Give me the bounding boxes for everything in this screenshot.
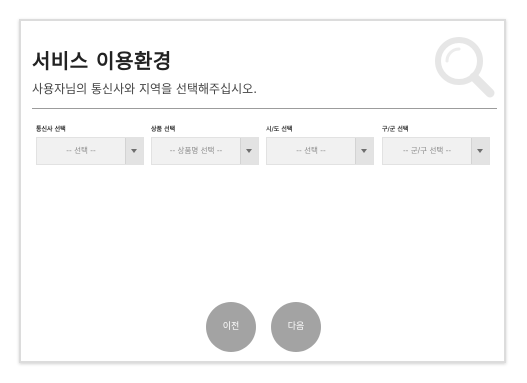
product-field: 상품 선택 -- 상품명 선택 -- bbox=[151, 125, 259, 165]
service-environment-panel: 서비스 이용환경 사용자님의 통신사와 지역을 선택해주십시오. 통신사 선택 … bbox=[19, 19, 506, 363]
chevron-down-icon[interactable] bbox=[125, 138, 143, 164]
chevron-down-icon[interactable] bbox=[471, 138, 489, 164]
chevron-down-icon[interactable] bbox=[355, 138, 373, 164]
district-field: 구/군 선택 -- 군/구 선택 -- bbox=[382, 125, 490, 165]
city-province-field: 시/도 선택 -- 선택 -- bbox=[266, 125, 374, 165]
page-subtitle: 사용자님의 통신사와 지역을 선택해주십시오. bbox=[32, 82, 258, 96]
carrier-label: 통신사 선택 bbox=[36, 126, 66, 133]
header-divider bbox=[32, 108, 497, 109]
carrier-select[interactable]: -- 선택 -- bbox=[36, 137, 144, 165]
carrier-field: 통신사 선택 -- 선택 -- bbox=[36, 125, 144, 165]
district-select[interactable]: -- 군/구 선택 -- bbox=[382, 137, 490, 165]
page-title: 서비스 이용환경 bbox=[32, 49, 172, 73]
next-button[interactable]: 다음 bbox=[271, 302, 321, 352]
chevron-down-icon[interactable] bbox=[240, 138, 258, 164]
product-label: 상품 선택 bbox=[151, 126, 176, 133]
product-select-value: -- 상품명 선택 -- bbox=[169, 146, 223, 155]
product-select[interactable]: -- 상품명 선택 -- bbox=[151, 137, 259, 165]
district-label: 구/군 선택 bbox=[382, 126, 409, 133]
city-province-select-value: -- 선택 -- bbox=[296, 146, 326, 155]
city-province-select[interactable]: -- 선택 -- bbox=[266, 137, 374, 165]
prev-button[interactable]: 이전 bbox=[206, 302, 256, 352]
district-select-value: -- 군/구 선택 -- bbox=[402, 146, 452, 155]
carrier-select-value: -- 선택 -- bbox=[66, 146, 96, 155]
search-icon bbox=[435, 37, 495, 98]
city-province-label: 시/도 선택 bbox=[266, 126, 293, 133]
